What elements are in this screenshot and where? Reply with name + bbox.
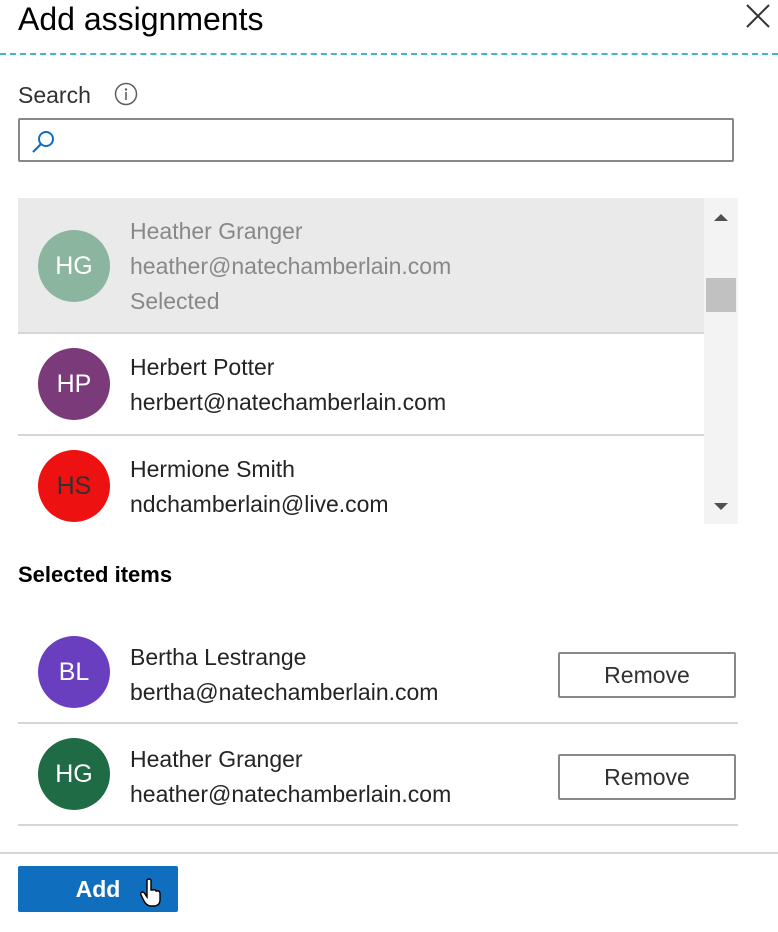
result-item[interactable]: HG Heather Granger heather@natechamberla… <box>18 198 704 332</box>
close-icon[interactable] <box>744 2 772 30</box>
result-email: ndchamberlain@live.com <box>130 491 389 517</box>
avatar: HG <box>38 230 110 302</box>
hand-cursor-icon <box>139 878 162 908</box>
info-icon[interactable] <box>114 82 138 106</box>
result-name: Hermione Smith <box>130 456 295 482</box>
selected-name: Heather Granger <box>130 746 303 772</box>
avatar: HS <box>38 450 110 522</box>
footer-divider <box>0 852 778 854</box>
selected-item: HG Heather Granger heather@natechamberla… <box>18 724 738 826</box>
search-icon <box>30 129 56 155</box>
result-email: heather@natechamberlain.com <box>130 253 452 279</box>
selected-name: Bertha Lestrange <box>130 644 307 670</box>
search-results-list: HG Heather Granger heather@natechamberla… <box>18 198 738 524</box>
result-name: Heather Granger <box>130 218 303 244</box>
result-email: herbert@natechamberlain.com <box>130 389 447 415</box>
result-item[interactable]: HP Herbert Potter herbert@natechamberlai… <box>18 332 704 434</box>
avatar: HP <box>38 348 110 420</box>
search-input[interactable] <box>64 124 728 158</box>
selected-email: heather@natechamberlain.com <box>130 781 452 807</box>
selected-item: BL Bertha Lestrange bertha@natechamberla… <box>18 622 738 724</box>
selected-items-heading: Selected items <box>18 562 173 587</box>
selected-email: bertha@natechamberlain.com <box>130 679 439 705</box>
result-name: Herbert Potter <box>130 354 275 380</box>
search-box[interactable] <box>18 118 734 162</box>
avatar: BL <box>38 636 110 708</box>
scrollbar-thumb[interactable] <box>706 278 736 312</box>
result-item[interactable]: HS Hermione Smith ndchamberlain@live.com <box>18 434 704 524</box>
scroll-up-icon[interactable] <box>712 210 730 222</box>
panel-title: Add assignments <box>18 1 264 37</box>
remove-button[interactable]: Remove <box>558 754 736 800</box>
search-label: Search <box>18 82 91 108</box>
result-status: Selected <box>130 288 220 314</box>
scroll-down-icon[interactable] <box>712 500 730 512</box>
avatar: HG <box>38 738 110 810</box>
results-scrollbar[interactable] <box>704 198 738 524</box>
header-divider <box>0 53 778 55</box>
remove-button[interactable]: Remove <box>558 652 736 698</box>
